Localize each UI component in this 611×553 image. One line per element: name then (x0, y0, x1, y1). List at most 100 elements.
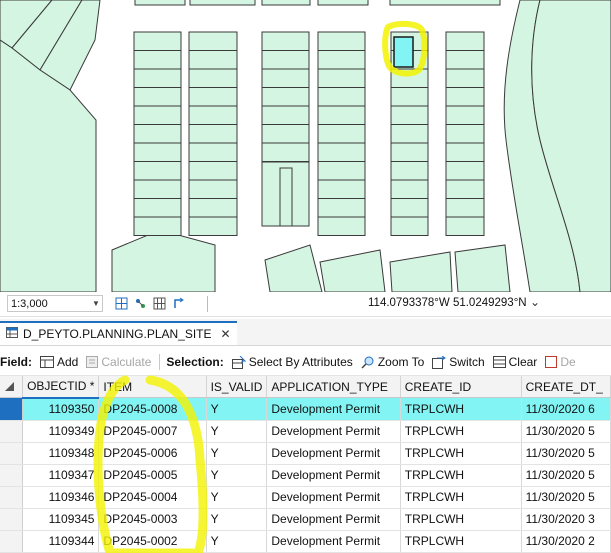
parcel (261, 87, 310, 107)
fixed-scale-icon[interactable] (114, 296, 128, 310)
cell-create-dt: 11/30/2020 5 (521, 442, 611, 465)
delete-button[interactable]: De (545, 355, 576, 369)
cell-create-dt: 11/30/2020 5 (521, 486, 611, 509)
parcel (317, 124, 366, 144)
parcel (317, 216, 366, 236)
row-header[interactable] (0, 530, 24, 553)
chevron-down-icon[interactable]: ▼ (90, 299, 102, 308)
parcel (317, 50, 366, 70)
row-header[interactable] (0, 442, 24, 465)
table-row[interactable]: 1109345 DP2045-0003 Y Development Permit TRP… (0, 508, 611, 531)
cell-is-valid: Y (206, 464, 268, 487)
selected-parcel[interactable] (393, 36, 414, 68)
parcel (133, 142, 182, 162)
zoom-to-button[interactable]: Zoom To (361, 355, 424, 369)
column-header-create-id[interactable]: CREATE_ID (400, 376, 522, 398)
parcel-map (0, 0, 611, 292)
cell-create-dt: 11/30/2020 5 (521, 464, 611, 487)
cell-create-id: TRPLCWH (400, 486, 522, 509)
row-header[interactable] (0, 464, 24, 487)
row-header-corner[interactable] (0, 376, 24, 398)
cell-item: DP2045-0002 (98, 530, 207, 553)
parcel (133, 87, 182, 107)
add-field-button[interactable]: Add (40, 355, 78, 369)
parcel (188, 87, 238, 107)
parcel (390, 124, 429, 144)
column-header-objectid[interactable]: OBJECTID * (22, 376, 100, 399)
divider (207, 296, 208, 312)
parcel (188, 142, 238, 162)
cell-application-type: Development Permit (266, 442, 401, 465)
table-row[interactable]: 1109350 DP2045-0008 Y Development Permit TRP… (0, 397, 611, 421)
parcel (133, 216, 182, 236)
cell-is-valid: Y (206, 508, 268, 531)
parcel (317, 179, 366, 199)
parcel (445, 179, 485, 199)
parcel (133, 198, 182, 218)
switch-button[interactable]: Switch (432, 355, 485, 369)
zoom-to-icon (361, 356, 374, 369)
cell-create-id: TRPLCWH (400, 464, 522, 487)
chevron-down-icon[interactable]: ⌄ (530, 295, 540, 309)
cell-application-type: Development Permit (266, 508, 401, 531)
parcel (261, 142, 310, 162)
column-header-item[interactable]: ITEM (98, 376, 207, 398)
tab-attribute-table[interactable]: D_PEYTO.PLANNING.PLAN_SITE ✕ (0, 321, 237, 345)
parcel (133, 124, 182, 144)
cell-item: DP2045-0008 (98, 397, 207, 421)
clear-button[interactable]: Clear (492, 355, 537, 369)
parcel (317, 161, 366, 181)
switch-label: Switch (449, 355, 485, 369)
cell-objectid: 1109348 (22, 442, 100, 465)
parcel (317, 68, 366, 88)
select-by-attributes-icon (231, 355, 246, 369)
select-by-attributes-button[interactable]: Select By Attributes (231, 355, 353, 369)
parcel (390, 87, 429, 107)
parcel (261, 31, 310, 51)
cell-objectid: 1109347 (22, 464, 100, 487)
field-label: Field: (0, 355, 32, 369)
table-row[interactable]: 1109348 DP2045-0006 Y Development Permit TRP… (0, 442, 611, 465)
select-by-attributes-label: Select By Attributes (248, 355, 353, 369)
close-icon[interactable]: ✕ (221, 327, 231, 341)
cell-objectid: 1109344 (22, 530, 100, 553)
attribute-table[interactable]: OBJECTID * ITEM IS_VALID APPLICATION_TYP… (0, 376, 611, 553)
table-row[interactable]: 1109349 DP2045-0007 Y Development Permit TRP… (0, 420, 611, 443)
row-header[interactable] (0, 420, 24, 443)
parcel (445, 68, 485, 88)
add-field-icon (40, 356, 54, 368)
cell-is-valid: Y (206, 397, 268, 421)
cell-create-id: TRPLCWH (400, 530, 522, 553)
cell-is-valid: Y (206, 486, 268, 509)
cell-objectid: 1109346 (22, 486, 100, 509)
cell-application-type: Development Permit (266, 464, 401, 487)
table-row[interactable]: 1109346 DP2045-0004 Y Development Permit TRP… (0, 486, 611, 509)
cell-objectid: 1109345 (22, 508, 100, 531)
cell-create-dt: 11/30/2020 2 (521, 530, 611, 553)
table-icon (6, 327, 18, 341)
row-header[interactable] (0, 508, 24, 531)
table-row[interactable]: 1109344 DP2045-0002 Y Development Permit TRP… (0, 530, 611, 553)
parcel (188, 68, 238, 88)
coordinate-readout: 114.0793378°W 51.0249293°N (368, 297, 527, 309)
row-header[interactable] (0, 397, 24, 421)
parcel (317, 198, 366, 218)
scale-selector[interactable]: 1:3,000 ▼ (7, 295, 103, 312)
snapping-icon[interactable] (133, 296, 147, 310)
column-header-create-dt[interactable]: CREATE_DT_ (521, 376, 611, 398)
column-header-application-type[interactable]: APPLICATION_TYPE (266, 376, 401, 398)
column-header-is-valid[interactable]: IS_VALID (206, 376, 268, 398)
calculate-button[interactable]: Calculate (86, 355, 151, 369)
cell-item: DP2045-0004 (98, 486, 207, 509)
table-row[interactable]: 1109347 DP2045-0005 Y Development Permit TRP… (0, 464, 611, 487)
rotation-icon[interactable] (171, 296, 185, 310)
parcel (188, 161, 238, 181)
row-header[interactable] (0, 486, 24, 509)
parcel (317, 31, 366, 51)
cell-create-id: TRPLCWH (400, 442, 522, 465)
parcel (445, 87, 485, 107)
grid-icon[interactable] (152, 296, 166, 310)
parcel (133, 105, 182, 125)
map-view[interactable] (0, 0, 611, 292)
parcel (188, 31, 238, 51)
